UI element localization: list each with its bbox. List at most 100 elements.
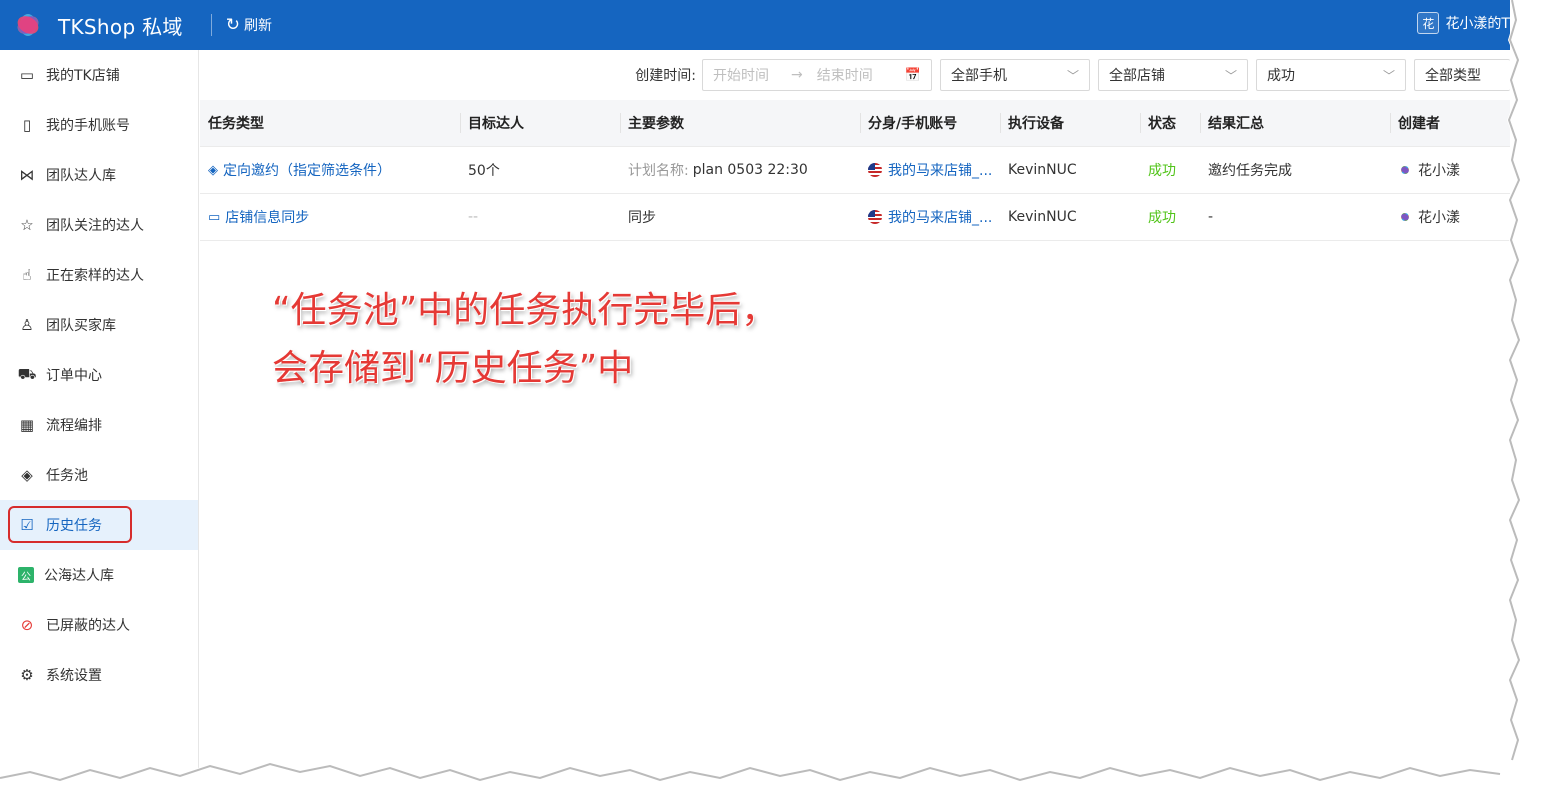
account-cell[interactable]: 我的马来店铺_... [860, 194, 1000, 240]
device-cell: KevinNUC [1008, 209, 1077, 225]
sidebar-item-label: 任务池 [46, 468, 88, 484]
sidebar-item-label: 团队关注的达人 [46, 218, 144, 234]
column-header[interactable]: 目标达人 [460, 100, 620, 146]
target-cell: 50个 [468, 163, 500, 179]
annotation-callout: “任务池”中的任务执行完毕后， 会存储到“历史任务”中 [272, 282, 777, 398]
sidebar-item[interactable]: ☆ 团队关注的达人 [0, 200, 198, 250]
task-type-cell[interactable]: ▭ 店铺信息同步 [200, 194, 460, 240]
truck-icon: ⛟ [17, 365, 37, 383]
task-type-link[interactable]: 定向邀约（指定筛选条件） [223, 160, 391, 180]
param-label: 计划名称: [628, 163, 689, 179]
chevron-down-icon: ﹀ [1224, 69, 1237, 83]
column-header[interactable]: 结果汇总 [1200, 100, 1390, 146]
creator-cell: 花小漾 [1390, 194, 1510, 240]
calendar-icon: ▦ [19, 416, 35, 434]
sidebar: ▭ 我的TK店铺 ▯ 我的手机账号 ⋈ 团队达人库 ☆ 团队关注的达人 ☝ 正在索样的达人 ♙ 团队买… [0, 50, 199, 780]
sidebar-item-label: 我的手机账号 [46, 118, 130, 134]
chevron-down-icon: ﹀ [1382, 69, 1395, 83]
header-divider [210, 14, 212, 36]
avatar: 花 [1417, 12, 1440, 34]
sidebar-item-label: 订单中心 [46, 368, 102, 384]
column-header[interactable]: 分身/手机账号 [860, 100, 1000, 146]
status-badge: 成功 [1148, 163, 1176, 179]
sidebar-item[interactable]: ⋈ 团队达人库 [0, 150, 198, 200]
user-menu[interactable]: 花 花小漾的T [1417, 12, 1510, 34]
type-select[interactable]: 全部类型 [1414, 59, 1510, 91]
us-flag-icon [868, 163, 882, 177]
table-row[interactable]: ▭ 店铺信息同步 -- 同步 我的马来店铺_... KevinNUC 成功 - [200, 194, 1510, 241]
bow-icon: ⋈ [19, 166, 35, 184]
sidebar-item-label: 流程编排 [46, 418, 102, 434]
sidebar-item-label: 系统设置 [46, 668, 102, 684]
sidebar-item[interactable]: 公公海达人库 [0, 550, 198, 600]
filter-bar: 创建时间: 开始时间 → 结束时间 📅 全部手机 ﹀ 全部店铺 ﹀ 成功 ﹀ 全… [200, 50, 1510, 100]
phone-select[interactable]: 全部手机 ﹀ [940, 59, 1090, 91]
sidebar-item-label: 公海达人库 [44, 568, 114, 584]
app-brand: TKShop 私域 [58, 14, 183, 39]
account-cell[interactable]: 我的马来店铺_... [860, 147, 1000, 193]
sidebar-item[interactable]: ⊘ 已屏蔽的达人 [0, 600, 198, 650]
column-header[interactable]: 任务类型 [200, 100, 460, 146]
sidebar-item-label: 正在索样的达人 [46, 268, 144, 284]
column-header[interactable]: 状态 [1140, 100, 1200, 146]
status-select[interactable]: 成功 ﹀ [1256, 59, 1406, 91]
sidebar-item[interactable]: ☑ 历史任务 [0, 500, 198, 550]
status-badge: 成功 [1148, 210, 1176, 226]
account-link[interactable]: 我的马来店铺_... [888, 160, 992, 180]
status-select-value: 成功 [1267, 68, 1295, 84]
column-header[interactable]: 执行设备 [1000, 100, 1140, 146]
phone-icon: ▯ [22, 116, 32, 134]
gear-icon: ⚙ [20, 666, 34, 684]
annotation-line-1: “任务池”中的任务执行完毕后， [272, 290, 778, 331]
type-select-value: 全部类型 [1425, 68, 1481, 84]
calendar-icon: 📅 [904, 67, 921, 83]
creator-cell: 花小漾 [1390, 147, 1510, 193]
sidebar-item[interactable]: ▭ 我的TK店铺 [0, 50, 198, 100]
hand-pointer-icon: ☝ [22, 266, 32, 284]
result-cell: - [1208, 209, 1214, 225]
sidebar-item[interactable]: ◈ 任务池 [0, 450, 198, 500]
app-window: TKShop 私域 ↻ 刷新 花 花小漾的T ▭ 我的TK店铺 ▯ 我的手机账号 ⋈ 团队… [0, 0, 1510, 780]
refresh-label: 刷新 [243, 18, 272, 34]
creator-avatar-icon [1398, 210, 1412, 224]
date-range-picker[interactable]: 开始时间 → 结束时间 📅 [702, 59, 932, 91]
param-value: 同步 [628, 210, 656, 226]
range-arrow-icon: → [791, 67, 803, 83]
store-icon: ▭ [19, 66, 35, 84]
table-header: 任务类型 目标达人 主要参数 分身/手机账号 执行设备 状态 结果汇总 创建者 [200, 100, 1510, 147]
refresh-icon: ↻ [225, 14, 240, 35]
result-cell: 邀约任务完成 [1208, 163, 1292, 179]
sidebar-item[interactable]: ♙ 团队买家库 [0, 300, 198, 350]
task-type-link[interactable]: 店铺信息同步 [225, 207, 309, 227]
table-row[interactable]: ◈ 定向邀约（指定筛选条件） 50个 计划名称: plan 0503 22:30… [200, 147, 1510, 194]
param-value: plan 0503 22:30 [692, 162, 808, 178]
sidebar-item[interactable]: ⚙ 系统设置 [0, 650, 198, 700]
sidebar-item[interactable]: ▯ 我的手机账号 [0, 100, 198, 150]
sidebar-item-label: 团队达人库 [46, 168, 116, 184]
task-type-cell[interactable]: ◈ 定向邀约（指定筛选条件） [200, 147, 460, 193]
sidebar-item[interactable]: ▦ 流程编排 [0, 400, 198, 450]
start-time-input[interactable]: 开始时间 [713, 65, 769, 85]
params-cell: 同步 [620, 194, 860, 240]
target-cell: -- [468, 209, 479, 225]
user-icon: ♙ [20, 316, 34, 334]
shop-select[interactable]: 全部店铺 ﹀ [1098, 59, 1248, 91]
sidebar-item-label: 我的TK店铺 [46, 68, 120, 84]
star-icon: ☆ [20, 216, 34, 234]
shop-select-value: 全部店铺 [1109, 68, 1165, 84]
annotation-line-2: 会存储到“历史任务”中 [272, 348, 634, 389]
layers-icon: ◈ [21, 466, 33, 484]
block-icon: ⊘ [20, 616, 34, 634]
account-link[interactable]: 我的马来店铺_... [888, 207, 992, 227]
end-time-input[interactable]: 结束时间 [817, 65, 873, 85]
creator-name: 花小漾 [1418, 210, 1460, 226]
sidebar-item-label: 已屏蔽的达人 [46, 618, 130, 634]
creator-avatar-icon [1398, 163, 1412, 177]
column-header[interactable]: 创建者 [1390, 100, 1510, 146]
sidebar-item[interactable]: ⛟ 订单中心 [0, 350, 198, 400]
column-header[interactable]: 主要参数 [620, 100, 860, 146]
sidebar-item[interactable]: ☝ 正在索样的达人 [0, 250, 198, 300]
torn-edge-bottom [0, 762, 1541, 801]
torn-edge-right [1500, 0, 1541, 801]
refresh-button[interactable]: ↻ 刷新 [226, 15, 272, 35]
